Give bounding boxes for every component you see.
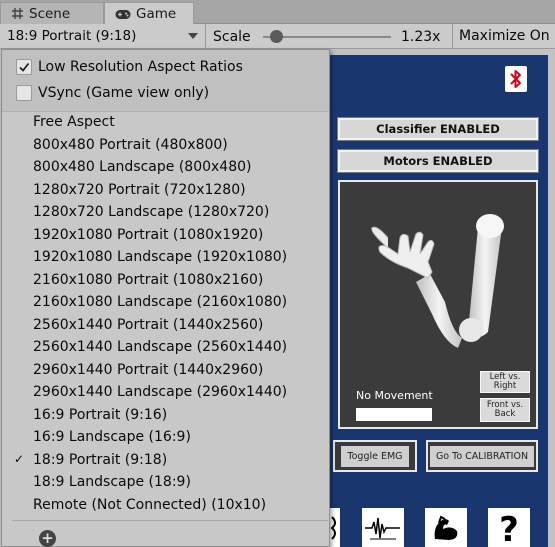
aspect-option[interactable]: Free Aspect <box>33 111 115 133</box>
classifier-button[interactable]: Classifier ENABLED <box>337 117 539 141</box>
tab-scene-label: Scene <box>29 5 71 22</box>
bluetooth-icon[interactable] <box>505 66 527 92</box>
aspect-option[interactable]: Remote (Not Connected) (10x10) <box>33 494 266 516</box>
tab-game-label: Game <box>136 6 177 22</box>
go-to-calibration-button[interactable]: Go To CALIBRATION <box>426 440 538 472</box>
aspect-ratio-dropdown[interactable]: 18:9 Portrait (9:18) <box>0 24 206 48</box>
add-resolution-icon[interactable]: + <box>39 530 56 547</box>
aspect-ratio-selected: 18:9 Portrait (9:18) <box>7 28 137 44</box>
grid-icon <box>11 7 24 20</box>
aspect-option[interactable]: 2960x1440 Portrait (1440x2960) <box>33 359 263 381</box>
scale-slider-thumb[interactable] <box>269 30 283 43</box>
no-movement-bar <box>356 408 432 421</box>
svg-text:?: ? <box>499 511 519 545</box>
aspect-option[interactable]: 2560x1440 Portrait (1440x2560) <box>33 314 263 336</box>
left-vs-right-button[interactable]: Left vs. Right <box>480 371 530 393</box>
maximize-label: Maximize On <box>459 28 550 44</box>
aspect-option[interactable]: 18:9 Landscape (18:9) <box>33 471 191 493</box>
motors-button[interactable]: Motors ENABLED <box>337 149 539 173</box>
aspect-ratio-menu: Low Resolution Aspect Ratios VSync (Game… <box>1 49 330 547</box>
aspect-option[interactable]: 2560x1440 Landscape (2560x1440) <box>33 336 287 358</box>
aspect-option[interactable]: 1920x1080 Portrait (1080x1920) <box>33 224 263 246</box>
aspect-option[interactable]: 16:9 Portrait (9:16) <box>33 404 167 426</box>
no-movement-label: No Movement <box>356 389 433 402</box>
low-resolution-checkbox[interactable] <box>16 59 32 75</box>
aspect-option[interactable]: 2160x1080 Portrait (1080x2160) <box>33 269 263 291</box>
aspect-option[interactable]: 1280x720 Portrait (720x1280) <box>33 179 246 201</box>
aspect-option[interactable]: 16:9 Landscape (16:9) <box>33 426 191 448</box>
gamepad-icon <box>115 9 131 20</box>
aspect-option[interactable]: 800x480 Landscape (800x480) <box>33 156 252 178</box>
emg-signal-icon[interactable] <box>362 508 404 547</box>
flex-arm-icon[interactable] <box>425 508 467 547</box>
tab-game[interactable]: Game <box>104 2 194 25</box>
vsync-label: VSync (Game view only) <box>38 85 210 101</box>
add-resolution-glyph: + <box>41 529 54 547</box>
game-toolbar: 18:9 Portrait (9:18) Scale 1.23x Maximiz… <box>0 24 555 49</box>
aspect-option[interactable]: 800x480 Portrait (480x800) <box>33 134 228 156</box>
aspect-option[interactable]: 1920x1080 Landscape (1920x1080) <box>33 246 287 268</box>
partial-icon-button[interactable] <box>330 508 340 547</box>
aspect-option[interactable]: 1280x720 Landscape (1280x720) <box>33 201 269 223</box>
aspect-option[interactable]: 18:9 Portrait (9:18) <box>33 449 167 471</box>
front-vs-back-button[interactable]: Front vs. Back <box>480 398 530 422</box>
view-tab-bar: Scene Game <box>0 0 555 25</box>
help-icon[interactable]: ? <box>488 508 530 547</box>
aspect-option[interactable]: 2960x1440 Landscape (2960x1440) <box>33 381 287 403</box>
menu-separator <box>12 520 328 521</box>
maximize-on-play-toggle[interactable]: Maximize On <box>452 24 555 48</box>
chevron-down-icon <box>188 33 198 39</box>
left-vs-right-label: Left vs. Right <box>489 372 521 391</box>
vsync-checkbox[interactable] <box>16 85 32 101</box>
aspect-option[interactable]: 2160x1080 Landscape (2160x1080) <box>33 291 287 313</box>
scale-label: Scale <box>213 29 251 45</box>
checkmark-icon <box>19 62 30 72</box>
motors-label: Motors ENABLED <box>383 154 493 168</box>
low-resolution-option[interactable]: Low Resolution Aspect Ratios <box>16 59 243 75</box>
scale-value: 1.23x <box>401 29 441 45</box>
toggle-emg-button[interactable]: Toggle EMG <box>333 440 417 472</box>
vsync-option[interactable]: VSync (Game view only) <box>16 85 209 101</box>
classifier-label: Classifier ENABLED <box>376 122 500 136</box>
front-vs-back-label: Front vs. Back <box>486 400 524 419</box>
selected-check-icon: ✓ <box>14 451 25 466</box>
low-resolution-label: Low Resolution Aspect Ratios <box>38 59 243 75</box>
toggle-emg-label: Toggle EMG <box>341 445 409 467</box>
go-to-calibration-label: Go To CALIBRATION <box>429 445 535 467</box>
tab-scene[interactable]: Scene <box>0 2 104 24</box>
